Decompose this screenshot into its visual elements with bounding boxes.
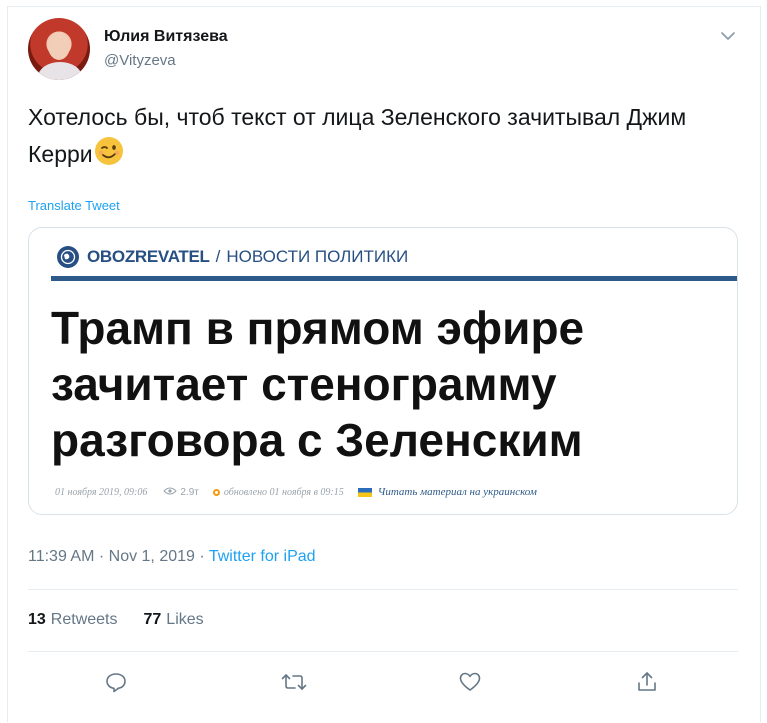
card-divider-bar [51, 276, 737, 281]
refresh-icon [212, 488, 220, 496]
card-views: 2.9т [163, 486, 199, 498]
reply-button[interactable] [102, 668, 130, 696]
divider-top [28, 589, 738, 590]
likes-stat[interactable]: 77 Likes [144, 611, 204, 629]
tweet-text: Хотелось бы, чтоб текст от лица Зеленско… [28, 100, 718, 172]
avatar-face [48, 32, 70, 60]
avatar-shoulders [38, 62, 82, 80]
card-date: 01 ноября 2019, 09:06 [55, 486, 148, 498]
winking-face-icon [94, 137, 123, 165]
share-icon [638, 672, 656, 691]
tweet-text-content: Хотелось бы, чтоб текст от лица Зеленско… [28, 104, 687, 167]
timestamp-source[interactable]: Twitter for iPad [209, 548, 316, 565]
author-name[interactable]: Юлия Витязева [104, 28, 228, 46]
retweets-stat[interactable]: 13 Retweets [28, 611, 118, 629]
card-views-count: 2.9т [180, 486, 199, 498]
likes-count: 77 [143, 611, 162, 628]
card-brand: OBOZREVATEL [87, 247, 210, 266]
globe-icon [57, 246, 79, 268]
card-read-ukrainian-link[interactable]: Читать материал на украинском [378, 486, 537, 498]
tweet-timestamp: 11:39 AM · Nov 1, 2019 · Twitter for iPa… [28, 548, 316, 566]
avatar[interactable] [28, 18, 90, 80]
chevron-down-icon[interactable] [718, 26, 738, 46]
tweet-actions [0, 668, 767, 698]
card-separator: / [215, 247, 221, 266]
retweet-icon [281, 674, 307, 690]
divider-bottom [28, 651, 738, 652]
translate-tweet-link[interactable]: Translate Tweet [28, 198, 120, 213]
retweets-count: 13 [28, 611, 46, 628]
like-button[interactable] [456, 668, 484, 696]
link-card[interactable]: OBOZREVATEL / НОВОСТИ ПОЛИТИКИ Трамп в п… [28, 227, 738, 515]
card-updated-text: обновлено 01 ноября в 09:15 [223, 486, 344, 498]
eye-icon [163, 487, 178, 494]
heart-icon [459, 672, 481, 691]
card-section: НОВОСТИ ПОЛИТИКИ [226, 247, 409, 266]
author-handle[interactable]: @Vityzeva [104, 52, 176, 69]
card-brand-row: OBOZREVATEL / НОВОСТИ ПОЛИТИКИ [57, 244, 408, 270]
reply-icon [106, 673, 126, 693]
share-button[interactable] [633, 668, 661, 696]
card-headline: Трамп в прямом эфире зачитает стенограмм… [51, 302, 585, 466]
likes-label: Likes [166, 611, 204, 628]
tweet-stats: 13 Retweets 77 Likes [28, 611, 230, 629]
card-updated: обновлено 01 ноября в 09:15 [212, 486, 344, 498]
card-meta: 01 ноября 2019, 09:06 2.9т обновлено 01 … [55, 486, 537, 498]
timestamp-time[interactable]: 11:39 AM · Nov 1, 2019 · [28, 548, 209, 565]
ukraine-flag-icon [357, 487, 372, 497]
retweets-label: Retweets [50, 611, 118, 628]
retweet-button[interactable] [280, 668, 308, 696]
